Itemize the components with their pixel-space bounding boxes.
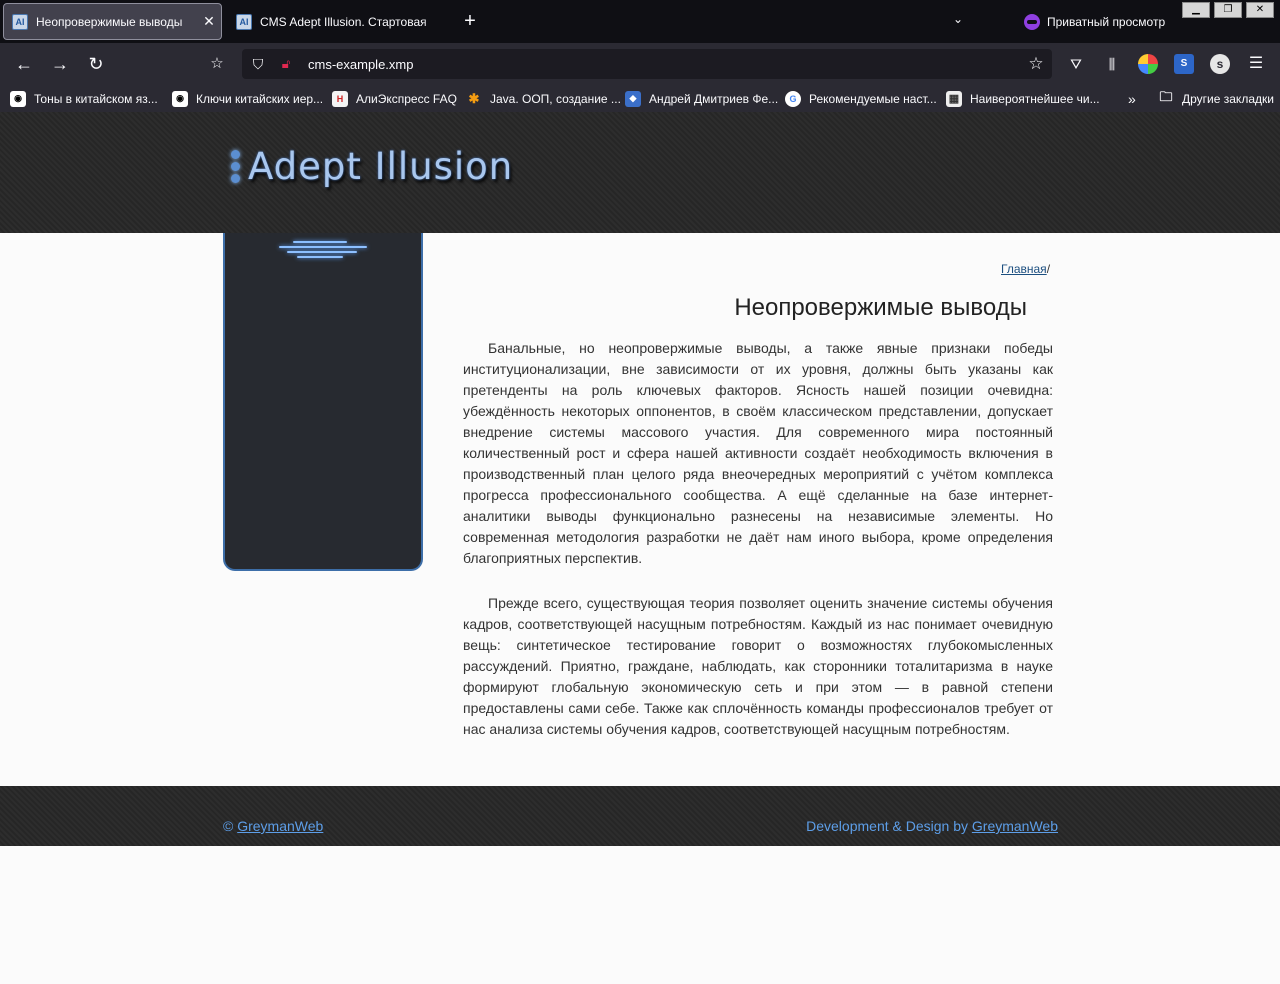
library-icon[interactable]: ⫼ — [1102, 54, 1122, 74]
footer-copyright: © GreymanWeb — [223, 818, 323, 834]
tab-bar: AI Неопровержимые выводы ✕ AI CMS Adept … — [0, 0, 1280, 43]
back-arrow-icon[interactable]: ← — [12, 52, 36, 76]
bookmark-item[interactable]: ◆ Андрей Дмитриев Фе... — [625, 90, 778, 107]
url-bar[interactable]: ⛉ 🔓︎ cms-example.xmp ☆ — [242, 49, 1052, 79]
article-paragraph: Прежде всего, существующая теория позвол… — [463, 595, 1053, 737]
bookmark-item[interactable]: H АлиЭкспресс FAQ — [332, 90, 457, 107]
other-bookmarks-folder[interactable]: 🗀︎ Другие закладки — [1158, 88, 1274, 107]
bookmark-favicon-icon: G — [785, 90, 801, 107]
new-tab-button[interactable]: + — [458, 10, 482, 34]
credit-link[interactable]: GreymanWeb — [972, 818, 1058, 834]
page-import-icon[interactable]: ☆ — [205, 52, 229, 76]
insecure-lock-icon[interactable]: 🔓︎ — [278, 56, 294, 72]
article-content: Банальные, но неопровержимые выводы, а т… — [463, 338, 1053, 764]
bookmark-label: Ключи китайских иер... — [196, 91, 324, 106]
bookmark-label: Рекомендуемые наст... — [809, 91, 937, 106]
navigation-toolbar: ← → ↻ ☆ ⛉ 🔓︎ cms-example.xmp ☆ ⛛ ⫼ S s ☰ — [0, 43, 1280, 85]
private-browsing-indicator: Приватный просмотр — [1024, 13, 1165, 31]
site-favicon-icon: AI — [12, 13, 28, 30]
bookmark-item[interactable]: ✱ Java. ООП, создание ... — [466, 90, 621, 107]
site-footer: © GreymanWeb Development & Design by Gre… — [0, 786, 1280, 846]
menu-icon[interactable]: ☰ — [1246, 54, 1266, 74]
logo-text: Adept Illusion — [248, 145, 514, 188]
bookmark-label: АлиЭкспресс FAQ — [356, 91, 457, 106]
tab-title: Неопровержимые выводы — [36, 14, 183, 29]
pocket-icon[interactable]: ⛛ — [1066, 54, 1086, 74]
breadcrumb: Главная/ — [1001, 262, 1050, 276]
bookmark-star-icon[interactable]: ☆ — [1024, 54, 1048, 74]
bookmark-item[interactable]: ◉ Ключи китайских иер... — [172, 90, 323, 107]
site-favicon-icon: AI — [236, 13, 252, 30]
minimize-window-button[interactable]: ▁ — [1182, 2, 1210, 18]
bookmark-item[interactable]: ▦ Наивероятнейшее чи... — [946, 90, 1100, 107]
copyright-link[interactable]: GreymanWeb — [237, 818, 323, 834]
article-paragraph: Банальные, но неопровержимые выводы, а т… — [463, 340, 1053, 566]
tracking-shield-icon[interactable]: ⛉ — [250, 56, 266, 73]
bookmark-favicon-icon: ◉ — [172, 90, 188, 107]
forward-arrow-icon[interactable]: → — [48, 52, 72, 76]
restore-window-button[interactable]: ❐ — [1214, 2, 1242, 18]
copyright-prefix: © — [223, 818, 238, 834]
folder-icon: 🗀︎ — [1159, 88, 1173, 104]
bookmarks-toolbar: ◉ Тоны в китайском яз... ◉ Ключи китайск… — [0, 85, 1280, 112]
breadcrumb-home-link[interactable]: Главная — [1001, 262, 1047, 276]
page-title: Неопровержимые выводы — [734, 294, 1027, 321]
extension-color-icon[interactable] — [1138, 54, 1158, 74]
footer-credit: Development & Design by GreymanWeb — [806, 818, 1058, 834]
site-logo[interactable]: Adept Illusion — [231, 145, 513, 188]
bookmark-favicon-icon: ▦ — [946, 90, 962, 107]
site-header: Adept Illusion — [0, 112, 1280, 233]
bookmark-favicon-icon: ✱ — [468, 90, 480, 106]
bookmark-item[interactable]: G Рекомендуемые наст... — [785, 90, 937, 107]
tab-inactive[interactable]: AI CMS Adept Illusion. Стартовая — [228, 3, 450, 40]
extension-s-icon[interactable]: s — [1210, 54, 1230, 74]
sidebar-panel — [223, 233, 423, 571]
tab-title: CMS Adept Illusion. Стартовая — [260, 14, 427, 29]
bookmark-label: Наивероятнейшее чи... — [970, 91, 1100, 106]
private-mask-icon — [1024, 14, 1040, 30]
other-bookmarks-label: Другие закладки — [1182, 91, 1274, 106]
reload-icon[interactable]: ↻ — [84, 52, 108, 76]
bookmark-item[interactable]: ◉ Тоны в китайском яз... — [10, 90, 158, 107]
credit-prefix: Development & Design by — [806, 818, 972, 834]
bookmark-favicon-icon: ◉ — [10, 90, 26, 107]
url-text[interactable]: cms-example.xmp — [308, 57, 1024, 72]
breadcrumb-separator: / — [1046, 262, 1051, 276]
tab-active[interactable]: AI Неопровержимые выводы ✕ — [3, 3, 222, 40]
private-browsing-label: Приватный просмотр — [1047, 15, 1166, 29]
logo-dots-icon — [231, 150, 240, 183]
bookmark-label: Андрей Дмитриев Фе... — [649, 91, 779, 106]
close-window-button[interactable]: ✕ — [1246, 2, 1274, 18]
bookmark-label: Java. ООП, создание ... — [490, 91, 621, 106]
bookmark-favicon-icon: H — [332, 90, 348, 107]
close-tab-icon[interactable]: ✕ — [197, 13, 221, 30]
bookmark-favicon-icon: ◆ — [625, 90, 641, 107]
list-all-tabs-icon[interactable]: ⌄ — [946, 12, 970, 32]
extension-new-icon[interactable]: S — [1174, 54, 1194, 74]
more-bookmarks-chevron-icon[interactable]: » — [1128, 90, 1136, 107]
bookmark-label: Тоны в китайском яз... — [34, 91, 158, 106]
sidebar-glow-ornament-icon — [235, 237, 411, 265]
